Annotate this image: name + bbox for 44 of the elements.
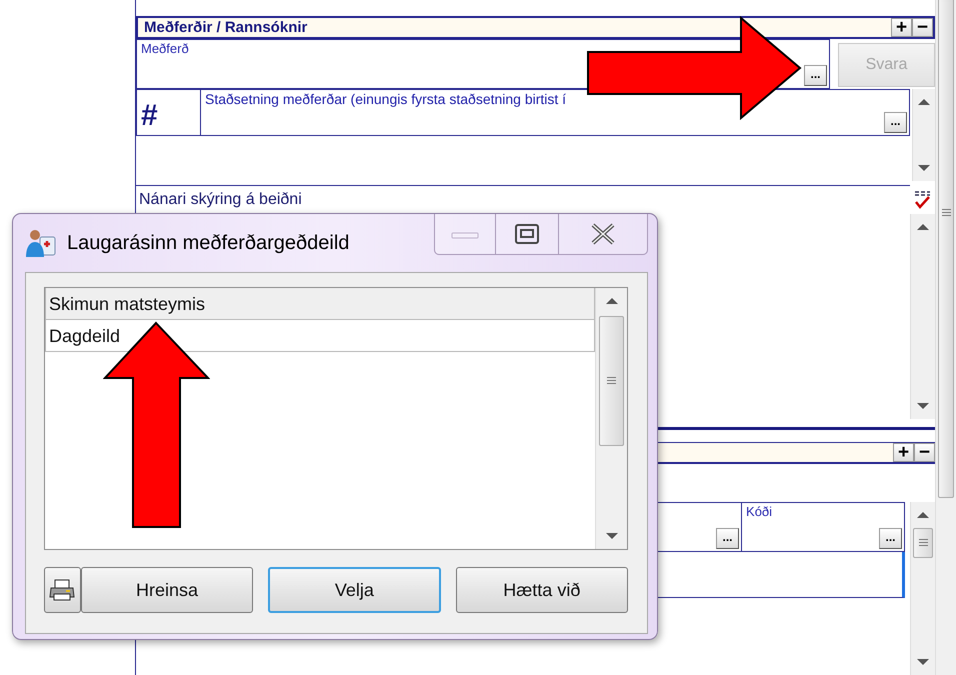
arrow-icon <box>587 16 802 120</box>
close-icon <box>590 223 616 245</box>
expand-button[interactable]: + <box>893 443 914 462</box>
scroll-down-icon[interactable] <box>606 533 618 539</box>
scrollbar[interactable] <box>595 288 627 549</box>
scroll-down-icon[interactable] <box>917 659 930 665</box>
dialog-button[interactable]: Velja <box>268 567 441 613</box>
dialog-button[interactable]: Hreinsa <box>80 567 254 613</box>
list-box[interactable]: Skimun matsteymis Dagdeild <box>44 287 628 550</box>
printer-icon <box>49 579 76 601</box>
scroll-down-icon[interactable] <box>917 403 929 409</box>
scroll-thumb[interactable] <box>599 316 624 446</box>
collapse-button[interactable]: − <box>914 443 935 462</box>
maximize-icon <box>514 223 540 245</box>
scroll-up-icon[interactable] <box>917 224 929 230</box>
code-field[interactable]: Kóði ... <box>742 502 906 552</box>
hash-cell: # <box>136 89 201 136</box>
window-title: Laugarásinn meðferðargeðdeild <box>67 232 350 254</box>
scroll-up-icon[interactable] <box>606 298 618 304</box>
scrollbar[interactable] <box>912 89 935 181</box>
grip-icon <box>942 209 950 218</box>
list-item[interactable]: Skimun matsteymis <box>45 288 595 320</box>
browse-button[interactable]: ... <box>879 528 902 549</box>
scrollbar[interactable] <box>910 502 935 675</box>
browse-button[interactable]: ... <box>884 112 907 133</box>
spellcheck-icon[interactable] <box>913 190 931 210</box>
browse-button[interactable]: ... <box>716 528 740 549</box>
browse-button[interactable]: ... <box>804 65 827 86</box>
expand-button[interactable]: + <box>891 18 912 37</box>
list-item[interactable]: Dagdeild <box>45 320 595 352</box>
field-label: Meðferð <box>140 40 190 57</box>
field-label: Kóði <box>745 503 774 520</box>
dialog-button[interactable]: Hætta við <box>456 567 628 613</box>
scrollbar[interactable] <box>935 0 956 675</box>
field-label: Staðsetning meðferðar (einungis fyrsta staðsetning birtist í <box>204 90 568 108</box>
print-button[interactable] <box>44 567 81 613</box>
section-title: Meðferðir / Rannsóknir <box>143 19 308 36</box>
scroll-thumb[interactable] <box>938 0 954 498</box>
scroll-thumb[interactable] <box>913 528 933 558</box>
scroll-up-icon[interactable] <box>917 512 930 518</box>
collapse-button[interactable]: − <box>912 18 933 37</box>
app-icon <box>25 227 57 259</box>
scrollbar[interactable] <box>910 214 935 419</box>
field-label: Nánari skýring á beiðni <box>138 191 302 209</box>
